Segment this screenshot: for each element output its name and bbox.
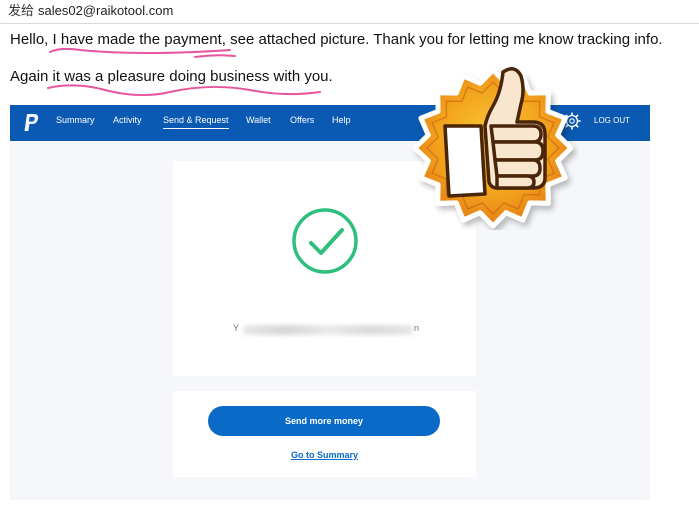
thumbs-up-icon: [412, 67, 574, 229]
recipient-first-char: Y: [233, 323, 240, 333]
recipient-last-char: n: [414, 323, 420, 333]
recipient-address[interactable]: sales02@raikotool.com: [38, 0, 173, 22]
paypal-logo-icon[interactable]: [23, 113, 39, 133]
nav-offers[interactable]: Offers: [290, 115, 314, 125]
logout-link[interactable]: LOG OUT: [594, 116, 630, 125]
go-to-summary-link[interactable]: Go to Summary: [173, 450, 476, 460]
actions-card: Send more money Go to Summary: [173, 391, 476, 477]
nav-help[interactable]: Help: [332, 115, 351, 125]
recipient-redacted-text: Y n: [233, 323, 419, 337]
check-circle-icon: [292, 208, 358, 274]
nav-summary[interactable]: Summary: [56, 115, 95, 125]
nav-activity[interactable]: Activity: [113, 115, 142, 125]
nav-wallet[interactable]: Wallet: [246, 115, 271, 125]
redaction-blur: [243, 325, 413, 335]
email-header: 发给 sales02@raikotool.com: [0, 0, 699, 24]
send-more-money-button[interactable]: Send more money: [208, 406, 440, 436]
recipient-label: 发给: [8, 3, 35, 18]
message-line-1: Hello, I have made the payment, see atta…: [10, 31, 663, 48]
nav-send-request[interactable]: Send & Request: [163, 115, 229, 129]
message-line-2: Again it was a pleasure doing business w…: [10, 68, 333, 85]
